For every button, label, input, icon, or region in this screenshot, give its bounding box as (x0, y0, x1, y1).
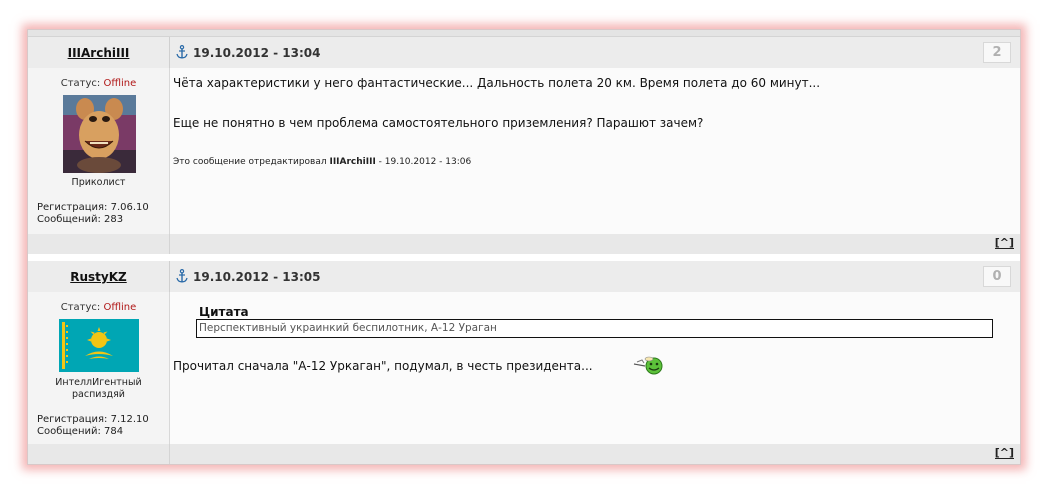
quote-box: Перспективный украинкий беспилотник, А-1… (196, 319, 993, 338)
post-number[interactable]: 0 (983, 266, 1011, 287)
edit-note-date: - 19.10.2012 - 13:06 (375, 157, 472, 167)
status-label: Статус: (60, 78, 104, 89)
anchor-icon[interactable] (176, 45, 188, 59)
post-footer: [^] (170, 444, 1020, 464)
forum-thread: IIIArchiIII 19.10.2012 - 13:04 2 Статус:… (27, 29, 1021, 465)
post-body: Цитата Перспективный украинкий беспилотн… (170, 292, 1020, 444)
post-date: 19.10.2012 - 13:04 (193, 46, 321, 60)
post-number[interactable]: 2 (983, 42, 1011, 63)
quote-title: Цитата (199, 305, 249, 319)
author-rank-line: распиздяй (72, 389, 125, 400)
post-footer-left (28, 444, 170, 464)
author-info-panel: Статус: Offline ИнтеллИгентный распиздяй… (28, 292, 170, 444)
post-1-author-header: IIIArchiIII (28, 37, 170, 68)
edit-note: Это сообщение отредактировал IIIArchiIII… (173, 157, 471, 167)
author-status: Статус: Offline (28, 78, 169, 89)
anchor-icon[interactable] (176, 269, 188, 283)
author-name-link[interactable]: RustyKZ (28, 270, 169, 284)
edit-note-prefix: Это сообщение отредактировал (173, 157, 330, 167)
post-text: Еще не понятно в чем проблема самостояте… (173, 116, 704, 130)
post-date: 19.10.2012 - 13:05 (193, 270, 321, 284)
post-2: RustyKZ 19.10.2012 - 13:05 0 Статус: Off… (28, 261, 1020, 464)
edit-note-author: IIIArchiIII (329, 157, 376, 167)
drinking-smiley-icon (633, 356, 663, 375)
status-offline: Offline (103, 302, 137, 313)
post-2-header: 19.10.2012 - 13:05 0 (170, 261, 1020, 292)
post-1: IIIArchiIII 19.10.2012 - 13:04 2 Статус:… (28, 37, 1020, 255)
back-to-top-link[interactable]: [^] (994, 447, 1014, 459)
status-offline: Offline (103, 78, 137, 89)
author-rank-line: ИнтеллИгентный (55, 377, 142, 388)
post-footer-left (28, 234, 170, 254)
top-strip (28, 30, 1020, 37)
jar-jar-avatar (63, 95, 136, 173)
post-footer: [^] (170, 234, 1020, 254)
back-to-top-link[interactable]: [^] (994, 237, 1014, 249)
post-2-author-header: RustyKZ (28, 261, 170, 292)
author-registration: Регистрация: 7.06.10 (37, 202, 149, 213)
author-info-panel: Статус: Offline Приколист Регистрация: 7… (28, 68, 170, 234)
kazakhstan-flag-avatar (59, 319, 139, 372)
status-label: Статус: (60, 302, 104, 313)
post-1-header: 19.10.2012 - 13:04 2 (170, 37, 1020, 68)
author-status: Статус: Offline (28, 302, 169, 313)
author-rank: ИнтеллИгентный распиздяй (28, 377, 169, 401)
post-text: Прочитал сначала "А-12 Уркаган", подумал… (173, 359, 593, 373)
post-body: Чёта характеристики у него фантастически… (170, 68, 1020, 234)
author-message-count: Сообщений: 283 (37, 214, 124, 225)
author-message-count: Сообщений: 784 (37, 426, 124, 437)
post-text: Чёта характеристики у него фантастически… (173, 76, 821, 90)
author-rank: Приколист (71, 177, 126, 188)
author-name-link[interactable]: IIIArchiIII (28, 46, 169, 60)
author-registration: Регистрация: 7.12.10 (37, 414, 149, 425)
